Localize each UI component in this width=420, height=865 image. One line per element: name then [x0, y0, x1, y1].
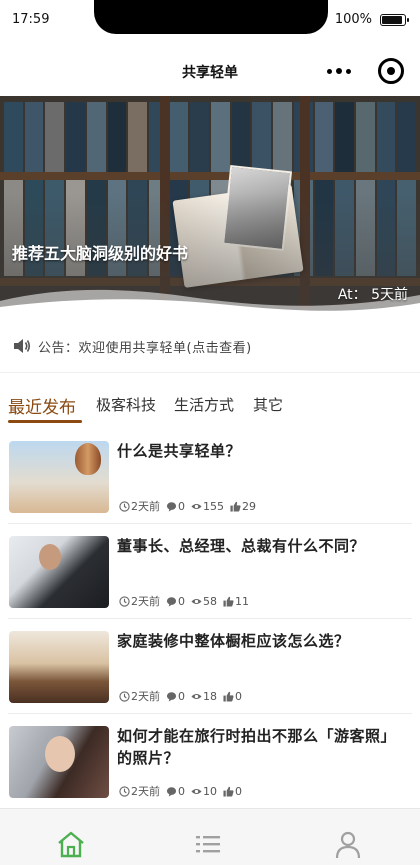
article-meta: 2天前 0 10 0	[119, 783, 248, 799]
article-comments: 0	[178, 499, 185, 513]
clock-icon	[119, 785, 130, 797]
battery-icon	[380, 14, 409, 26]
tab-lifestyle[interactable]: 生活方式	[174, 394, 234, 415]
thumbs-up-icon	[223, 691, 234, 702]
thumbs-up-icon	[223, 596, 234, 607]
notice-bar[interactable]: 公告：欢迎使用共享轻单(点击查看)	[0, 326, 420, 366]
bottom-tab-bar	[0, 808, 420, 865]
article-thumbnail	[9, 631, 109, 703]
article-views: 155	[203, 499, 224, 513]
eye-icon	[191, 788, 202, 794]
list-icon	[196, 836, 220, 853]
thumbs-up-icon	[230, 501, 241, 512]
home-icon	[58, 831, 84, 858]
article-likes: 11	[235, 594, 249, 608]
status-time: 17:59	[12, 12, 50, 27]
article-meta: 2天前 0 58 11	[119, 593, 255, 609]
shelf-plank	[0, 172, 420, 180]
eye-icon	[191, 693, 202, 699]
article-time: 2天前	[131, 595, 160, 608]
battery-percent: 100%	[334, 12, 372, 27]
list-item[interactable]: 家庭装修中整体橱柜应该怎么选？ 2天前 0 18 0	[0, 622, 420, 714]
comment-icon	[166, 786, 177, 797]
banner-meta: At： 5天前	[337, 287, 408, 303]
article-likes: 0	[235, 689, 242, 703]
tab-recent[interactable]: 最近发布	[8, 393, 76, 418]
clock-icon	[119, 690, 130, 702]
thumbs-up-icon	[223, 786, 234, 797]
article-time: 2天前	[131, 500, 160, 513]
item-separator	[8, 618, 412, 619]
divider	[0, 372, 420, 373]
article-title: 董事长、总经理、总裁有什么不同？	[117, 537, 366, 555]
clock-icon	[119, 595, 130, 607]
article-comments: 0	[178, 594, 185, 608]
article-comments: 0	[178, 689, 185, 703]
device-notch	[94, 0, 328, 34]
status-bar: 17:59 100%	[0, 0, 420, 46]
tabbar-list[interactable]	[193, 829, 233, 865]
tabbar-user[interactable]	[333, 829, 373, 865]
article-title: 如何才能在旅行时拍出不那么「游客照」的照片？	[117, 727, 397, 767]
banner-title[interactable]: 推荐五大脑洞级别的好书	[12, 240, 188, 264]
article-time: 2天前	[131, 690, 160, 703]
article-thumbnail	[9, 726, 109, 798]
tabbar-home[interactable]	[56, 829, 96, 865]
article-thumbnail	[9, 441, 109, 513]
target-icon[interactable]	[378, 58, 404, 84]
category-tabs: 最近发布 极客科技 生活方式 其它	[0, 388, 420, 428]
list-item[interactable]: 董事长、总经理、总裁有什么不同？ 2天前 0 58 11	[0, 527, 420, 619]
article-title: 家庭装修中整体橱柜应该怎么选？	[117, 632, 350, 650]
article-views: 18	[203, 689, 217, 703]
item-separator	[8, 713, 412, 714]
speaker-icon	[12, 337, 32, 355]
page-title: 共享轻单	[182, 65, 238, 81]
eye-icon	[191, 503, 202, 509]
bookshelf-top	[0, 102, 420, 172]
banner-carousel[interactable]	[0, 96, 420, 313]
item-separator	[8, 523, 412, 524]
article-views: 58	[203, 594, 217, 608]
tab-other[interactable]: 其它	[253, 394, 283, 415]
comment-icon	[166, 691, 177, 702]
battery-fill	[382, 16, 402, 24]
more-dots-icon[interactable]	[324, 62, 354, 80]
article-thumbnail	[9, 536, 109, 608]
article-comments: 0	[178, 784, 185, 798]
article-time: 2天前	[131, 785, 160, 798]
article-likes: 0	[235, 784, 242, 798]
clock-icon	[119, 500, 130, 512]
comment-icon	[166, 596, 177, 607]
article-meta: 2天前 0 18 0	[119, 688, 248, 704]
comment-icon	[166, 501, 177, 512]
tab-geek-tech[interactable]: 极客科技	[96, 394, 156, 415]
article-views: 10	[203, 784, 217, 798]
nav-bar: 共享轻单	[0, 46, 420, 96]
article-likes: 29	[242, 499, 256, 513]
article-title: 什么是共享轻单？	[117, 442, 242, 460]
notice-text: 公告：欢迎使用共享轻单(点击查看)	[38, 340, 252, 356]
active-tab-underline	[8, 420, 82, 423]
user-icon	[335, 831, 361, 859]
eye-icon	[191, 598, 202, 604]
list-item[interactable]: 如何才能在旅行时拍出不那么「游客照」的照片？ 2天前 0 10 0	[0, 717, 420, 809]
article-meta: 2天前 0 155 29	[119, 498, 262, 514]
list-item[interactable]: 什么是共享轻单？ 2天前 0 155 29	[0, 432, 420, 524]
